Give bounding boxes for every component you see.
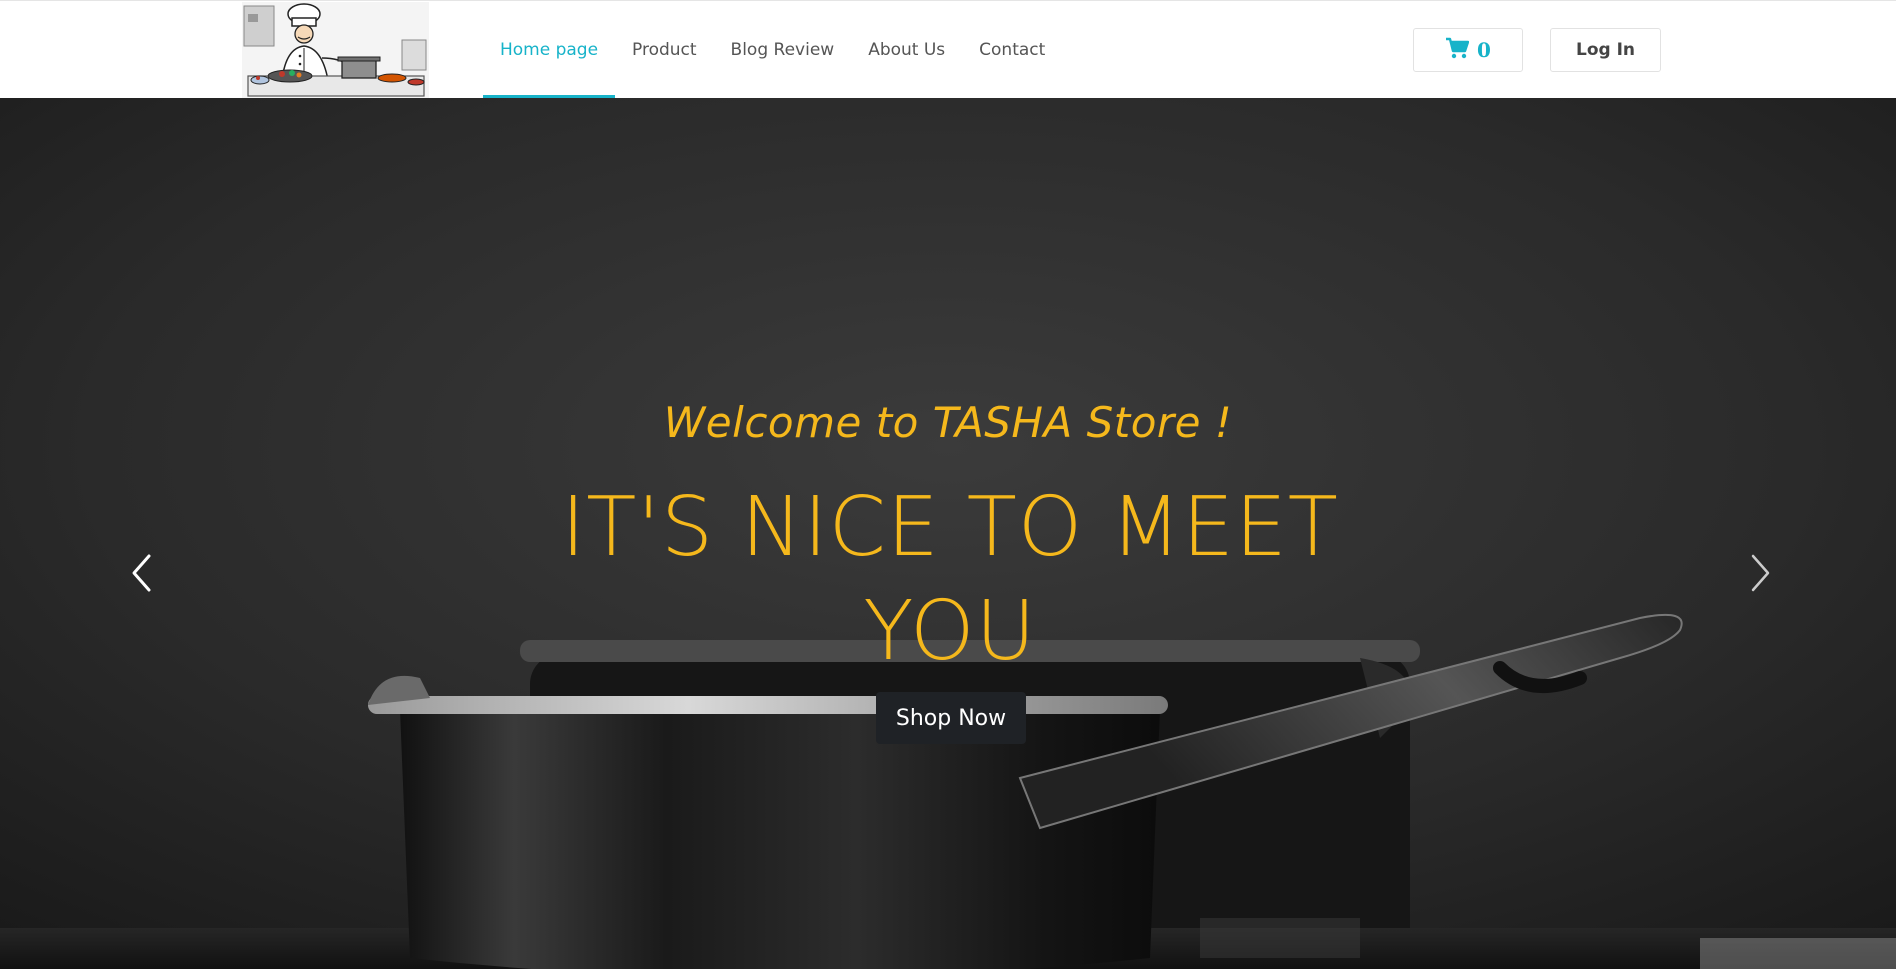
nav-contact[interactable]: Contact: [962, 1, 1062, 99]
site-header: Home page Product Blog Review About Us C…: [0, 0, 1896, 99]
hero-headline: IT'S NICE TO MEET YOU: [561, 480, 1339, 679]
chevron-right-icon: [1751, 554, 1770, 592]
cart-button[interactable]: 0: [1413, 28, 1523, 72]
shop-now-button[interactable]: Shop Now: [876, 692, 1026, 744]
login-button[interactable]: Log In: [1550, 28, 1661, 72]
hero-content: Welcome to TASHA Store ! IT'S NICE TO ME…: [0, 98, 1896, 969]
nav-product[interactable]: Product: [615, 1, 714, 99]
hero-carousel: Welcome to TASHA Store ! IT'S NICE TO ME…: [0, 98, 1896, 969]
nav-blog-review[interactable]: Blog Review: [714, 1, 852, 99]
cart-count: 0: [1477, 38, 1491, 62]
nav-home-page[interactable]: Home page: [483, 1, 615, 99]
site-logo[interactable]: [242, 2, 429, 98]
nav-about-us[interactable]: About Us: [851, 1, 962, 99]
chef-illustration: [242, 2, 429, 98]
hero-welcome-text: Welcome to TASHA Store !: [663, 398, 1233, 447]
carousel-next-button[interactable]: [1740, 543, 1780, 603]
carousel-prev-button[interactable]: [122, 543, 162, 603]
cart-icon: [1445, 37, 1470, 63]
chevron-left-icon: [132, 554, 151, 592]
main-nav: Home page Product Blog Review About Us C…: [483, 1, 1062, 99]
